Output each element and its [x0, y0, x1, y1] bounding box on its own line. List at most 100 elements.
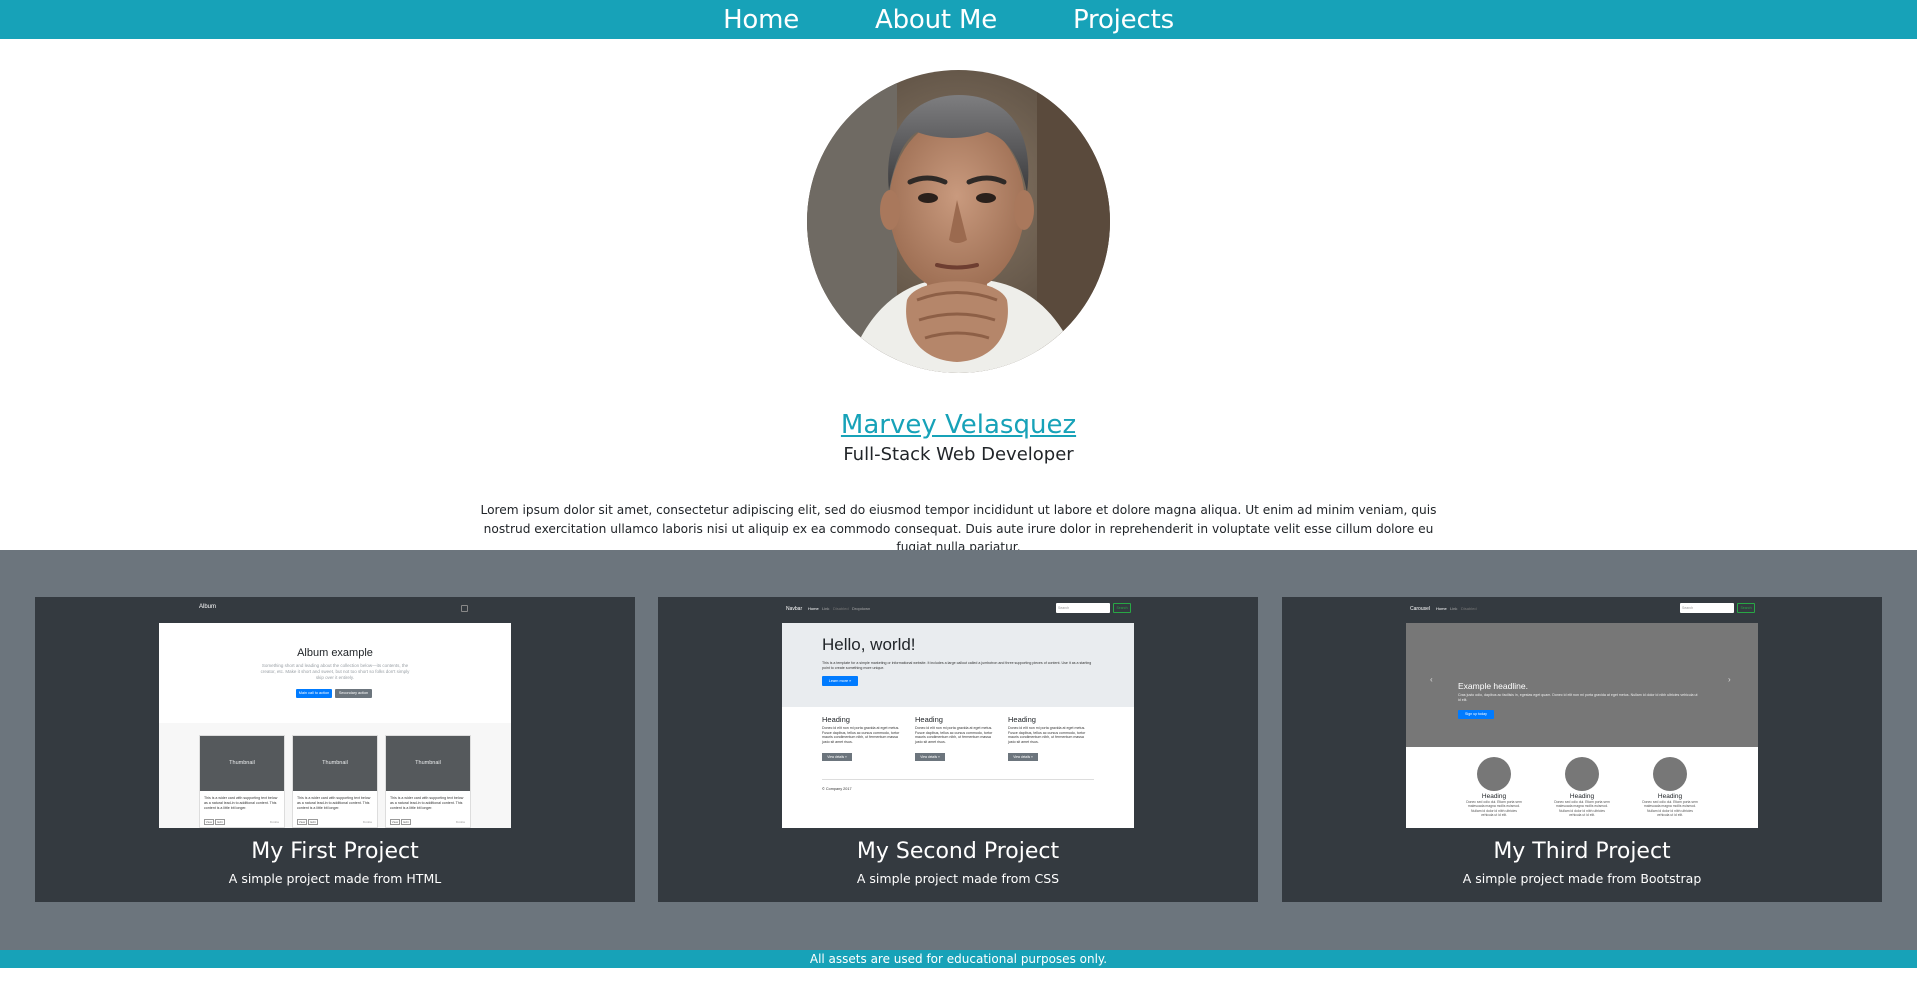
thumb3-signup-btn: Sign up today: [1458, 710, 1494, 719]
thumb1-card-2-edit: Edit: [308, 819, 318, 825]
nav-home-link[interactable]: Home: [723, 3, 799, 37]
thumb3-brand: Carousel: [1410, 606, 1431, 612]
thumb1-card-1-edit: Edit: [215, 819, 225, 825]
thumb1-brand: Album: [199, 604, 217, 610]
thumb1-card-2: Thumbnail This is a wider card with supp…: [292, 735, 378, 828]
thumb2-col-1-btn: View details »: [822, 752, 852, 761]
thumb3-col-1-text: Donec sed odio dui. Etiam porta sem male…: [1466, 800, 1522, 818]
thumb3-col-3-heading: Heading: [1657, 793, 1683, 800]
thumb2-col-3-heading: Heading: [1008, 715, 1036, 724]
profile-name: Marvey Velasquez: [0, 409, 1917, 441]
thumb1-primary-btn: Main call to action: [296, 689, 332, 698]
project-card-1[interactable]: Album Album example Something short and …: [35, 597, 635, 902]
project-3-screenshot: Carousel Home Link Disabled Search Searc…: [1406, 597, 1758, 828]
thumb1-navbar: Album: [159, 597, 511, 623]
thumb2-brand: Navbar: [786, 606, 803, 612]
profile-role: Full-Stack Web Developer: [843, 444, 1074, 465]
thumb3-marketing: Heading Donec sed odio dui. Etiam porta …: [1406, 747, 1758, 828]
thumb2-col-3-text: Donec id elit non mi porta gravida at eg…: [1008, 726, 1086, 745]
thumb1-card-3-edit: Edit: [401, 819, 411, 825]
project-card-3[interactable]: Carousel Home Link Disabled Search Searc…: [1282, 597, 1882, 902]
thumb2-col-1-heading: Heading: [822, 715, 850, 724]
thumb3-col-3-circle: [1653, 757, 1687, 791]
thumb2-search-input: Search: [1056, 603, 1110, 613]
thumb1-card-3: Thumbnail This is a wider card with supp…: [385, 735, 471, 828]
project-2-screenshot: Navbar Home Link Disabled Dropdown Searc…: [782, 597, 1134, 828]
thumb3-nav-disabled: Disabled: [1461, 606, 1477, 611]
project-3-title: My Third Project: [1493, 839, 1671, 864]
profile-name-link[interactable]: Marvey Velasquez: [841, 410, 1076, 440]
thumb1-lead: Something short and leading about the co…: [260, 663, 410, 680]
thumb2-col-2: Heading Donec id elit non mi porta gravi…: [915, 715, 997, 763]
thumb3-headline: Example headline.: [1458, 681, 1528, 691]
thumb1-card-2-view: View: [297, 819, 307, 825]
thumb1-card-2-text: This is a wider card with supporting tex…: [297, 796, 371, 810]
thumb3-col-1-circle: [1477, 757, 1511, 791]
thumb3-col-2-circle: [1565, 757, 1599, 791]
thumb3-col-1-heading: Heading: [1481, 793, 1507, 800]
thumb2-nav-link: Link: [822, 606, 830, 611]
thumb2-search-btn: Search: [1113, 603, 1131, 613]
thumb1-card-3-view: View: [390, 819, 400, 825]
thumb2-heading: Hello, world!: [822, 635, 916, 654]
footer: All assets are used for educational purp…: [0, 950, 1917, 968]
thumb2-divider: [822, 779, 1094, 780]
thumb2-nav-home: Home: [808, 606, 819, 611]
thumb3-col-1: Heading Donec sed odio dui. Etiam porta …: [1466, 757, 1522, 818]
thumb3-nav-link: Link: [1450, 606, 1458, 611]
project-2-title: My Second Project: [856, 839, 1060, 864]
thumb2-lead: This is a template for a simple marketin…: [822, 661, 1092, 670]
thumb3-search-input: Search: [1680, 603, 1734, 613]
nav-projects-link[interactable]: Projects: [1073, 3, 1174, 37]
thumb1-card-1-text: This is a wider card with supporting tex…: [204, 796, 278, 810]
thumb3-navbar: Carousel Home Link Disabled Search Searc…: [1406, 597, 1758, 623]
thumb1-menu-icon: [461, 605, 468, 612]
profile-bio: Lorem ipsum dolor sit amet, consectetur …: [480, 503, 1437, 554]
thumb1-card-1-mins: 9 mins: [270, 820, 279, 824]
thumb3-col-2-text: Donec sed odio dui. Etiam porta sem male…: [1554, 800, 1610, 818]
project-card-2[interactable]: Navbar Home Link Disabled Dropdown Searc…: [658, 597, 1258, 902]
profile-photo: [807, 70, 1110, 373]
thumb3-indicators: [1570, 739, 1594, 752]
thumb3-nav-home: Home: [1436, 606, 1447, 611]
thumb3-next-icon: ›: [1728, 675, 1731, 684]
nav-about-link[interactable]: About Me: [875, 3, 997, 37]
thumb3-caption: Cras justo odio, dapibus ac facilisis in…: [1458, 693, 1698, 702]
thumb1-card-3-mins: 9 mins: [456, 820, 465, 824]
thumb1-jumbotron: Album example Something short and leadin…: [159, 623, 511, 723]
thumb2-footer: © Company 2017: [822, 787, 852, 791]
thumb3-col-3-text: Donec sed odio dui. Etiam porta sem male…: [1642, 800, 1698, 818]
thumb3-search-btn: Search: [1737, 603, 1755, 613]
project-3-description: A simple project made from Bootstrap: [1462, 871, 1702, 886]
thumb2-col-1: Heading Donec id elit non mi porta gravi…: [822, 715, 904, 763]
projects-section: Album Album example Something short and …: [0, 550, 1917, 950]
thumb1-card-1: Thumbnail This is a wider card with supp…: [199, 735, 285, 828]
thumb1-card-1-view: View: [204, 819, 214, 825]
thumb3-col-2-heading: Heading: [1569, 793, 1595, 800]
thumb2-nav-disabled: Disabled: [833, 606, 849, 611]
thumb1-card-3-image: Thumbnail: [386, 736, 470, 791]
top-navbar: Home About Me Projects: [0, 0, 1917, 39]
thumb1-card-1-image: Thumbnail: [200, 736, 284, 791]
thumb2-col-1-text: Donec id elit non mi porta gravida at eg…: [822, 726, 900, 745]
thumb3-col-2: Heading Donec sed odio dui. Etiam porta …: [1554, 757, 1610, 818]
thumb2-jumbotron: Hello, world! This is a template for a s…: [782, 623, 1134, 707]
thumb1-album: Thumbnail This is a wider card with supp…: [159, 723, 511, 828]
thumb1-heading: Album example: [297, 647, 373, 659]
thumb2-col-3-btn: View details »: [1008, 752, 1038, 761]
thumb2-col-2-heading: Heading: [915, 715, 943, 724]
thumb2-learn-btn: Learn more »: [822, 676, 858, 686]
thumb2-nav-dropdown: Dropdown: [852, 606, 871, 611]
thumb1-card-3-text: This is a wider card with supporting tex…: [390, 796, 464, 810]
thumb1-card-2-mins: 9 mins: [363, 820, 372, 824]
thumb2-navbar: Navbar Home Link Disabled Dropdown Searc…: [782, 597, 1134, 623]
thumb2-col-2-text: Donec id elit non mi porta gravida at eg…: [915, 726, 993, 745]
project-1-title: My First Project: [251, 839, 419, 864]
thumb1-card-2-image: Thumbnail: [293, 736, 377, 791]
thumb2-content: Heading Donec id elit non mi porta gravi…: [782, 707, 1134, 828]
thumb2-col-2-btn: View details »: [915, 752, 945, 761]
thumb3-prev-icon: ‹: [1430, 675, 1433, 684]
thumb3-carousel: ‹ › Example headline. Cras justo odio, d…: [1406, 623, 1758, 752]
project-2-description: A simple project made from CSS: [856, 871, 1060, 886]
project-1-description: A simple project made from HTML: [228, 871, 442, 886]
